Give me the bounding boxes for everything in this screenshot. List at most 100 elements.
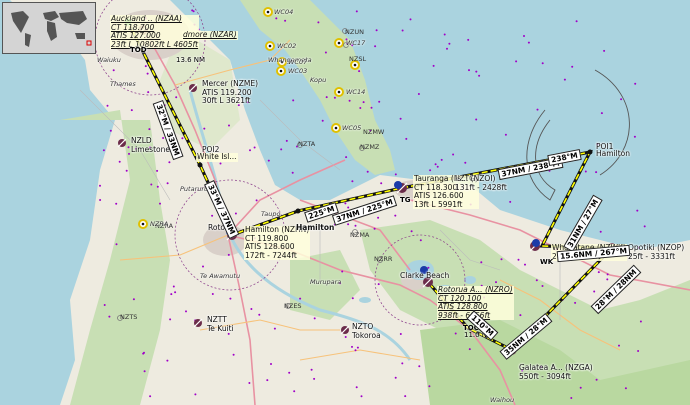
obstacle-mark — [172, 285, 175, 288]
obstacle-mark — [227, 253, 230, 256]
obstacle-mark — [452, 153, 455, 156]
obstacle-mark — [345, 156, 348, 159]
route-point-hamilton[interactable]: Hamilton — [296, 223, 334, 233]
obstacle-mark — [128, 152, 130, 155]
airport-town: Tokoroa — [352, 330, 381, 340]
airport-label-nzto[interactable]: NZTO Tokoroa — [352, 322, 381, 340]
waypoint-label[interactable]: WC14 — [346, 88, 365, 96]
obstacle-mark — [142, 352, 145, 355]
obstacle-mark — [112, 69, 115, 72]
airport-label-nzar[interactable]: dmore (NZAR) — [182, 30, 238, 40]
obstacle-mark — [419, 239, 422, 242]
town-label: Waihou — [490, 396, 515, 404]
obstacle-mark — [440, 158, 443, 161]
waypoint-label[interactable]: WC02 — [277, 42, 296, 50]
obstacle-mark — [170, 293, 173, 296]
obstacle-mark — [355, 386, 358, 389]
obstacle-mark — [377, 216, 380, 219]
obstacle-mark — [194, 393, 197, 396]
airport-label-nzga[interactable]: Galatea A... (NZGA) 550ft - 3094ft — [519, 363, 593, 381]
route-point-wk[interactable]: WK — [538, 258, 555, 266]
waypoint-label[interactable]: WC05 — [342, 124, 361, 132]
obstacle-mark — [595, 171, 598, 174]
obstacle-mark — [166, 359, 169, 362]
obstacle-mark — [99, 184, 101, 187]
obstacle-mark — [429, 169, 432, 172]
obstacle-mark — [115, 202, 118, 205]
obstacle-mark — [148, 128, 151, 131]
obstacle-mark — [293, 390, 296, 393]
route-point-tg[interactable]: TG — [398, 196, 413, 204]
obstacle-mark — [515, 60, 518, 63]
obstacle-mark — [404, 395, 407, 398]
obstacle-mark — [267, 159, 270, 162]
obstacle-mark — [132, 298, 135, 301]
obstacle-mark — [637, 350, 640, 352]
obstacle-mark — [595, 378, 598, 381]
obstacle-mark — [448, 42, 451, 45]
obstacle-mark — [475, 70, 478, 73]
airport-elevation: 172ft - 7244ft — [245, 250, 297, 260]
obstacle-mark — [380, 182, 383, 185]
waypoint-label[interactable]: NZRA — [150, 220, 168, 228]
obstacle-mark — [115, 243, 118, 246]
obstacle-mark — [599, 230, 602, 233]
obstacle-mark — [127, 146, 130, 149]
obstacle-mark — [143, 370, 146, 373]
obstacle-mark — [495, 281, 497, 284]
obstacle-mark — [219, 162, 222, 165]
waypoint-label[interactable]: WC04 — [274, 8, 293, 16]
airport-label-nzme[interactable]: Mercer (NZME) ATIS 119.200 30ft L 3621ft — [202, 79, 258, 106]
airport-label-nzop[interactable]: Opotiki (NZOP) 25ft - 3331ft — [628, 243, 684, 261]
town-label: Taupo — [261, 210, 281, 218]
obstacle-mark — [524, 263, 526, 266]
route-point-poi2[interactable]: POI2 — [202, 145, 219, 155]
obstacle-mark — [344, 336, 347, 338]
obstacle-mark — [574, 301, 577, 304]
obstacle-mark — [347, 206, 350, 209]
obstacle-mark — [108, 315, 111, 318]
obstacle-mark — [109, 129, 112, 132]
obstacle-mark — [317, 21, 320, 24]
obstacle-mark — [211, 293, 214, 295]
waypoint-label[interactable]: WC07 — [288, 58, 307, 66]
obstacle-mark — [634, 82, 637, 85]
overview-map[interactable] — [2, 2, 96, 54]
waypoint-label[interactable]: WC17 — [346, 39, 365, 47]
ident-label: NZRR — [374, 255, 393, 263]
ident-label: NZMZ — [360, 143, 380, 151]
obstacle-mark — [639, 320, 642, 323]
airport-name: dmore (NZAR) — [183, 30, 237, 39]
ident-label: NZSL — [349, 55, 367, 63]
obstacle-mark — [536, 108, 539, 111]
obstacle-mark — [475, 118, 478, 121]
obstacle-mark — [504, 133, 507, 136]
airport-elevation: 13ft L 5991ft — [414, 199, 463, 209]
route-point-poi1[interactable]: POI1 — [596, 142, 613, 152]
obstacle-mark — [228, 124, 230, 127]
obstacle-mark — [468, 69, 470, 72]
airport-label-nztt[interactable]: NZTT Te Kuiti — [207, 315, 234, 333]
route-point-tod[interactable]: TOD — [128, 46, 149, 54]
obstacle-mark — [563, 78, 566, 81]
obstacle-mark — [313, 317, 316, 320]
obstacle-mark — [266, 379, 269, 382]
obstacle-mark — [399, 117, 402, 120]
obstacle-mark — [624, 387, 627, 390]
obstacle-mark — [401, 29, 404, 32]
obstacle-mark — [410, 230, 413, 233]
obstacle-mark — [156, 169, 159, 172]
obstacle-mark — [280, 148, 283, 151]
obstacle-mark — [633, 135, 636, 138]
obstacle-mark — [375, 29, 378, 32]
ident-label: NZES — [284, 302, 302, 310]
world-map-icon — [3, 3, 95, 53]
waypoint-label[interactable]: WC03 — [288, 67, 307, 75]
obstacle-mark — [571, 65, 574, 68]
obstacle-mark — [325, 96, 328, 99]
map-canvas[interactable]: Auckland .. (NZAA) CT 118.700 ATIS 127.0… — [0, 0, 690, 405]
ident-label: NZMW — [363, 128, 385, 136]
obstacle-mark — [401, 362, 404, 365]
obstacle-mark — [575, 20, 578, 23]
obstacle-mark — [310, 368, 313, 371]
